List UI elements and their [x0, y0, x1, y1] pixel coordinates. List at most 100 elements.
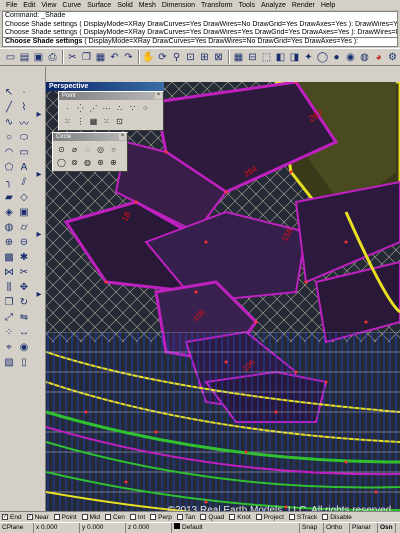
- viewport-title[interactable]: Perspective: [46, 82, 164, 91]
- point-single-icon[interactable]: ·: [62, 103, 73, 114]
- print-icon[interactable]: ⎙: [46, 51, 59, 64]
- circle-fit-icon[interactable]: ◯: [56, 157, 67, 168]
- move-icon[interactable]: ✥: [17, 280, 31, 294]
- osnap-int[interactable]: Int: [129, 514, 145, 521]
- extrude-icon[interactable]: ▰: [2, 190, 16, 204]
- explode-icon[interactable]: ✱: [17, 250, 31, 264]
- analyze-icon[interactable]: ⌖: [2, 340, 16, 354]
- status-layer[interactable]: Default: [172, 523, 300, 533]
- zoom-window-icon[interactable]: ⊡: [184, 51, 197, 64]
- point-mark-icon[interactable]: ∵: [127, 103, 138, 114]
- color-wheel-icon[interactable]: ◕: [372, 51, 385, 64]
- checkbox-icon[interactable]: [53, 514, 60, 520]
- loft-icon[interactable]: ◈: [2, 205, 16, 219]
- zoom-selected-icon[interactable]: ⊠: [212, 51, 225, 64]
- palette-flyout-icon[interactable]: ▸: [32, 107, 46, 121]
- menu-analyze[interactable]: Analyze: [258, 0, 289, 11]
- pan-icon[interactable]: ✋: [142, 51, 155, 64]
- close-icon[interactable]: ×: [119, 133, 126, 140]
- checkbox-icon[interactable]: ✓: [26, 514, 33, 520]
- checkbox-icon[interactable]: [288, 514, 295, 520]
- line-icon[interactable]: ╱: [2, 100, 16, 114]
- point-curve-icon[interactable]: ∴: [114, 103, 125, 114]
- checkbox-icon[interactable]: [229, 514, 236, 520]
- checkbox-icon[interactable]: [81, 514, 88, 520]
- boolean-union-icon[interactable]: ⊕: [2, 235, 16, 249]
- status-osnap[interactable]: Osn: [378, 523, 396, 533]
- solid-box-icon[interactable]: ▧: [2, 355, 16, 369]
- checkbox-icon[interactable]: [176, 514, 183, 520]
- cut-icon[interactable]: ✂: [66, 51, 79, 64]
- osnap-mid[interactable]: Mid: [81, 514, 100, 521]
- palette-flyout-icon[interactable]: ▸: [32, 287, 46, 301]
- curve-icon[interactable]: ∿: [2, 115, 16, 129]
- menu-help[interactable]: Help: [318, 0, 338, 11]
- point-grid-icon[interactable]: ⁘: [140, 103, 151, 114]
- point-palette-title[interactable]: Point ×: [59, 92, 163, 100]
- osnap-tan[interactable]: Tan: [176, 514, 195, 521]
- menu-tools[interactable]: Tools: [236, 0, 258, 11]
- osnap-cen[interactable]: Cen: [104, 514, 125, 521]
- save-icon[interactable]: ▣: [32, 51, 45, 64]
- zoom-extents-icon[interactable]: ⊞: [198, 51, 211, 64]
- checkbox-icon[interactable]: [129, 514, 136, 520]
- layer-icon[interactable]: ◧: [274, 51, 287, 64]
- circle-3point-icon[interactable]: ◌: [82, 144, 93, 155]
- arc-icon[interactable]: ◠: [2, 145, 16, 159]
- ellipse-icon[interactable]: ⬭: [17, 130, 31, 144]
- copy-icon[interactable]: ❐: [80, 51, 93, 64]
- rotate-view-icon[interactable]: ⟳: [156, 51, 169, 64]
- dimension-icon[interactable]: ↔: [17, 325, 31, 339]
- redo-icon[interactable]: ↷: [122, 51, 135, 64]
- menu-file[interactable]: File: [3, 0, 20, 11]
- point-divide-icon[interactable]: ⋰: [88, 103, 99, 114]
- checkbox-icon[interactable]: [104, 514, 111, 520]
- freeform-icon[interactable]: 〰: [17, 115, 31, 130]
- options-icon[interactable]: ⚙: [386, 51, 399, 64]
- offset-icon[interactable]: ⫽: [17, 175, 31, 189]
- boolean-difference-icon[interactable]: ⊖: [17, 235, 31, 249]
- circle-center-radius-icon[interactable]: ⊙: [56, 144, 67, 155]
- mesh-icon[interactable]: ▩: [2, 250, 16, 264]
- palette-flyout-icon[interactable]: ▸: [32, 167, 46, 181]
- point-extract-icon[interactable]: ⋮: [75, 116, 86, 127]
- point-icon[interactable]: ·: [17, 85, 31, 99]
- render-tool-icon[interactable]: ◉: [17, 340, 31, 354]
- mirror-icon[interactable]: ⇋: [17, 310, 31, 324]
- point-dense-icon[interactable]: ▦: [88, 116, 99, 127]
- menu-dimension[interactable]: Dimension: [159, 0, 198, 11]
- point-array-icon[interactable]: ⁙: [62, 116, 73, 127]
- status-planar[interactable]: Planar: [350, 523, 378, 533]
- polygon-icon[interactable]: ⬠: [2, 160, 16, 174]
- fillet-icon[interactable]: ╮: [2, 175, 16, 189]
- circle-diameter-icon[interactable]: ⌀: [69, 144, 80, 155]
- close-icon[interactable]: ×: [155, 92, 162, 99]
- cplane-icon[interactable]: ⊟: [246, 51, 259, 64]
- osnap-near[interactable]: ✓ Near: [26, 514, 49, 521]
- select-icon[interactable]: ⬚: [260, 51, 273, 64]
- surface-icon[interactable]: ◇: [17, 190, 31, 204]
- join-icon[interactable]: ⋈: [2, 265, 16, 279]
- menu-mesh[interactable]: Mesh: [136, 0, 159, 11]
- light-bulb-icon[interactable]: ✦: [302, 51, 315, 64]
- circle-icon[interactable]: ○: [2, 130, 16, 144]
- trim-icon[interactable]: ✂: [17, 265, 31, 279]
- osnap-project[interactable]: Project: [255, 514, 284, 521]
- zoom-dynamic-icon[interactable]: ⚲: [170, 51, 183, 64]
- menu-solid[interactable]: Solid: [114, 0, 136, 11]
- circle-deformable-icon[interactable]: ⊛: [95, 157, 106, 168]
- osnap-perp[interactable]: Perp: [150, 514, 172, 521]
- array-icon[interactable]: ⁘: [2, 325, 16, 339]
- render-icon[interactable]: ◉: [344, 51, 357, 64]
- properties-icon[interactable]: ◨: [288, 51, 301, 64]
- paste-icon[interactable]: ▦: [94, 51, 107, 64]
- cylinder-icon[interactable]: ⌭: [17, 220, 31, 234]
- circle-palette-title[interactable]: Circle ×: [53, 133, 127, 141]
- checkbox-icon[interactable]: [200, 514, 207, 520]
- point-cloud-icon[interactable]: ⁛: [75, 103, 86, 114]
- copy-object-icon[interactable]: ❐: [2, 295, 16, 309]
- status-snap[interactable]: Snap: [300, 523, 324, 533]
- circle-points-icon[interactable]: ⊕: [108, 157, 119, 168]
- menu-render[interactable]: Render: [289, 0, 318, 11]
- open-file-icon[interactable]: ▤: [18, 51, 31, 64]
